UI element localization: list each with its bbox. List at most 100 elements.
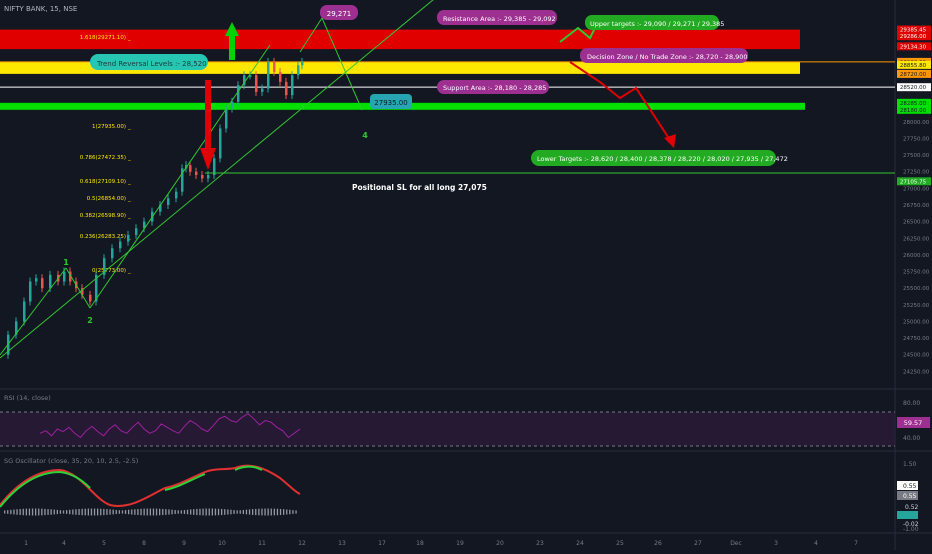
sg-wave-green xyxy=(0,465,263,508)
sg-hist-bar-49 xyxy=(155,508,158,516)
sg-hist-bar-46 xyxy=(146,508,148,516)
sg-hist-bar-74 xyxy=(233,510,235,514)
sg-hist-bar-87 xyxy=(273,508,275,516)
sg-hist-bar-37 xyxy=(118,510,120,514)
sg-hist-bar-20 xyxy=(66,510,68,514)
sg-hist-bar-82 xyxy=(258,508,260,516)
trend-reversal-label-text: Trend Reversal Levels :- 28,520 xyxy=(96,60,207,68)
y-tick-28000: 28000.00 xyxy=(903,120,930,126)
sg-hist-bar-63 xyxy=(199,508,201,516)
sg-hist-bar-2 xyxy=(10,509,12,515)
wave-label-2: 2 xyxy=(87,316,93,325)
y-tick-27500: 27500.00 xyxy=(903,153,930,159)
fib-tick-0: _ xyxy=(127,35,131,41)
sg-hist-bar-72 xyxy=(227,509,229,515)
y-tick-25750: 25750.00 xyxy=(903,270,930,276)
sg-hist-bar-54 xyxy=(171,509,173,515)
rsi-tick-80: 80.00 xyxy=(903,400,920,407)
candle-16 xyxy=(111,248,114,259)
y-tick-25000: 25000.00 xyxy=(903,319,930,325)
x-tick-17: 27 xyxy=(694,540,702,547)
fib-label-7: 0(25773.00) xyxy=(92,268,126,274)
sg-hist-bar-31 xyxy=(100,508,102,516)
decision-label-text: Decision Zone / No Trade Zone :- 28,720 … xyxy=(587,53,748,61)
sg-hist-bar-77 xyxy=(242,509,244,515)
rsi-panel: RSI (14, close) 80.00 40.00 59.57 xyxy=(0,394,930,447)
price-tag-8: 28180.00 xyxy=(900,108,927,114)
candle-33 xyxy=(225,108,228,129)
sg-hist-bar-64 xyxy=(202,508,204,516)
sg-hist-bar-41 xyxy=(131,509,133,515)
y-tick-26500: 26500.00 xyxy=(903,220,930,226)
sg-hist-bar-14 xyxy=(47,509,49,515)
sg-hist-bar-12 xyxy=(41,508,43,516)
fib-label-4: 0.5(26854.00) xyxy=(87,196,126,202)
x-tick-8: 13 xyxy=(338,540,346,547)
y-tick-24250: 24250.00 xyxy=(903,369,930,375)
sg-hist-bar-83 xyxy=(261,508,263,516)
candle-46 xyxy=(301,61,304,66)
sg-hist-bar-26 xyxy=(84,508,86,516)
sg-hist-bar-92 xyxy=(289,509,291,515)
price-tag-6: 28520.00 xyxy=(900,85,927,91)
wave-label-4: 4 xyxy=(362,131,368,140)
x-tick-19: 3 xyxy=(774,540,778,547)
sg-hist-bar-5 xyxy=(19,509,21,515)
candle-28 xyxy=(195,171,198,176)
sg-tag-0: 0.55 xyxy=(903,483,917,490)
fib-tick-7: _ xyxy=(127,268,131,274)
chart-svg: NIFTY BANK, 15, NSE 1.618(29271.10) _1(27… xyxy=(0,0,932,550)
sg-hist-bar-66 xyxy=(208,508,210,516)
price-axis: 24250.00 24500.00 24750.00 25000.00 25250.00… xyxy=(897,25,931,375)
sg-hist-bar-0 xyxy=(4,510,6,514)
sg-label: SG Oscillator (close, 35, 20, 10, 2.5, -… xyxy=(4,457,138,465)
candle-24 xyxy=(175,191,178,199)
wave-label-1: 1 xyxy=(63,258,69,267)
sg-hist-bar-39 xyxy=(124,510,127,514)
symbol-title: NIFTY BANK, 15, NSE xyxy=(4,5,77,13)
candle-40 xyxy=(267,61,270,89)
projection-lines xyxy=(0,0,895,359)
x-tick-16: 26 xyxy=(654,540,662,547)
target-bubble-text: 29,271 xyxy=(327,10,352,18)
sg-hist-bar-94 xyxy=(295,510,297,514)
rsi-value-tag: 59.57 xyxy=(904,419,923,427)
sg-hist-bar-21 xyxy=(69,509,71,515)
sg-hist-bar-30 xyxy=(97,508,99,516)
candle-4 xyxy=(29,281,32,302)
sg-hist-bar-7 xyxy=(25,508,27,516)
x-tick-9: 17 xyxy=(378,540,386,547)
x-tick-4: 9 xyxy=(182,540,186,547)
sg-hist-bar-1 xyxy=(7,510,9,514)
y-tick-27250: 27250.00 xyxy=(903,170,930,176)
candle-23 xyxy=(167,198,170,205)
sg-hist-bar-43 xyxy=(137,508,139,516)
candle-43 xyxy=(285,81,288,96)
x-tick-3: 8 xyxy=(142,540,146,547)
rsi-label: RSI (14, close) xyxy=(4,394,51,402)
y-tick-26000: 26000.00 xyxy=(903,253,930,259)
sg-tag-1: 0.55 xyxy=(903,493,917,500)
candle-42 xyxy=(279,71,282,82)
red-down-arrow-stem xyxy=(205,80,211,150)
green-up-arrow-head xyxy=(225,22,239,36)
support-label-text: Support Area :- 28,180 - 28,285 xyxy=(443,84,546,92)
sg-hist-bar-93 xyxy=(292,510,294,514)
sg-histogram xyxy=(4,508,297,516)
fib-tick-2: _ xyxy=(127,155,131,161)
candle-27 xyxy=(189,165,192,172)
sg-hist-bar-62 xyxy=(196,508,198,516)
candle-30 xyxy=(207,175,210,179)
sg-hist-bar-78 xyxy=(245,509,248,515)
candle-17 xyxy=(119,241,122,249)
fib-label-3: 0.618(27109.10) xyxy=(80,179,126,185)
sg-hist-bar-61 xyxy=(193,509,195,515)
sg-hist-bar-75 xyxy=(236,510,238,514)
sg-hist-bar-40 xyxy=(128,509,130,515)
sg-hist-bar-52 xyxy=(165,509,167,515)
candle-19 xyxy=(135,228,138,235)
y-tick-26750: 26750.00 xyxy=(903,203,930,209)
sg-hist-bar-29 xyxy=(93,508,96,516)
sg-hist-bar-36 xyxy=(115,509,117,515)
fib-label-0: 1.618(29271.10) xyxy=(80,35,126,41)
